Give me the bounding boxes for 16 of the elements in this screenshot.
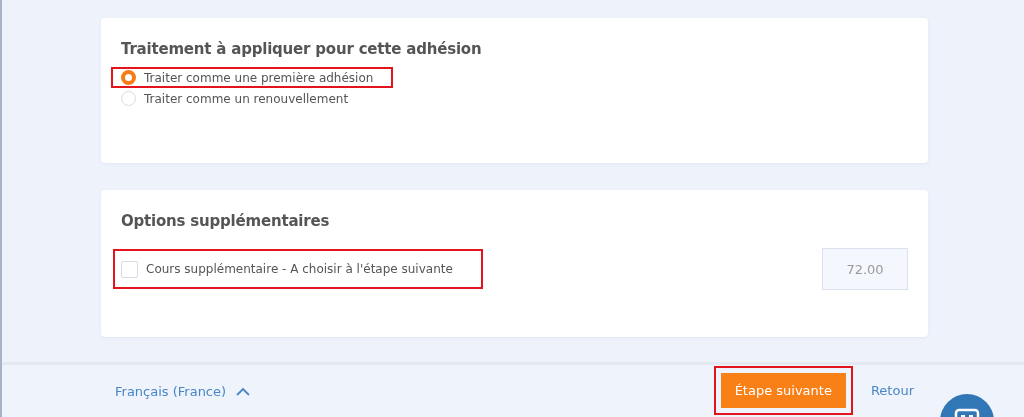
section-title: Traitement à appliquer pour cette adhésion: [121, 40, 483, 58]
radio-option[interactable]: Traiter comme une première adhésion: [111, 67, 394, 88]
option-label: Traiter comme une première adhésion: [144, 70, 374, 85]
chevron-up-icon: [236, 386, 251, 396]
back-link[interactable]: Retour: [870, 382, 914, 398]
section-title: Options supplémentaires: [121, 212, 331, 230]
next-step-button[interactable]: Étape suivante: [713, 365, 853, 415]
checkbox-option[interactable]: Cours supplémentaire - A choisir à l'étape suivante: [113, 249, 483, 289]
option-label: Traiter comme un renouvellement: [144, 91, 349, 106]
option-label: Cours supplémentaire - A choisir à l'étape suivante: [146, 262, 453, 276]
checkbox[interactable]: [121, 260, 138, 278]
chat-icon[interactable]: [939, 393, 995, 417]
radio-button[interactable]: [121, 70, 136, 85]
price-field[interactable]: 72.00: [822, 248, 908, 290]
radio-option[interactable]: Traiter comme un renouvellement: [111, 88, 369, 109]
language-selector[interactable]: Français (France): [115, 383, 251, 399]
